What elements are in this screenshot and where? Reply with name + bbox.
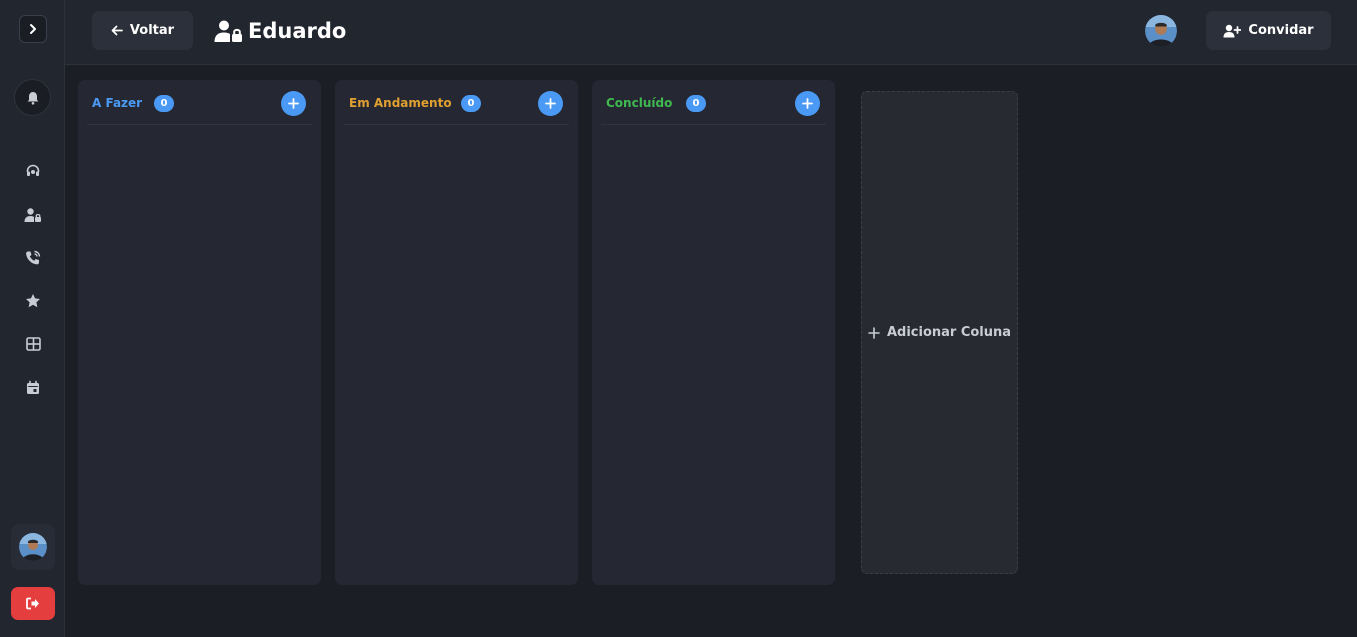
nav-favorites[interactable] (22, 290, 44, 312)
nav-calendar[interactable] (22, 376, 44, 398)
sidebar-profile-button[interactable] (11, 524, 55, 570)
sidebar (0, 0, 65, 637)
headset-icon (26, 164, 40, 176)
board-column-em-andamento: Em Andamento 0 (335, 80, 578, 585)
count-badge: 0 (461, 95, 481, 112)
nav-boards[interactable] (22, 333, 44, 355)
calendar-icon (27, 380, 39, 394)
add-column-label: Adicionar Coluna (886, 325, 1012, 340)
nav-calls[interactable] (22, 247, 44, 269)
chevron-right-icon (30, 24, 36, 34)
phone-icon (26, 250, 41, 265)
page-title-text: Eduardo (248, 19, 347, 43)
bell-icon (27, 91, 38, 105)
column-title: Em Andamento (349, 96, 452, 110)
column-title: A Fazer (92, 96, 143, 110)
column-header: A Fazer 0 (87, 80, 312, 125)
back-button-label: Voltar (129, 23, 175, 38)
invite-button-label: Convidar (1248, 23, 1314, 38)
add-card-button[interactable] (538, 91, 563, 116)
plus-icon (868, 326, 880, 339)
column-header: Concluído 0 (601, 80, 826, 125)
add-column-button[interactable]: Adicionar Coluna (861, 91, 1018, 574)
user-avatar[interactable] (1145, 15, 1177, 47)
user-lock-icon (24, 208, 41, 222)
grid-icon (25, 337, 41, 351)
page-title: Eduardo (214, 15, 346, 47)
sign-out-icon (26, 597, 39, 610)
invite-button[interactable]: Convidar (1206, 11, 1331, 50)
sidebar-toggle-button[interactable] (19, 15, 47, 43)
nav-support[interactable] (22, 160, 44, 182)
add-card-button[interactable] (281, 91, 306, 116)
plus-icon (802, 98, 813, 109)
count-badge: 0 (154, 95, 174, 112)
star-icon (26, 294, 40, 308)
count-badge: 0 (686, 95, 706, 112)
column-title: Concluído (606, 96, 673, 110)
board-column-concluido: Concluído 0 (592, 80, 835, 585)
top-bar: Voltar Eduardo Convidar (65, 0, 1357, 65)
arrow-left-icon (111, 25, 123, 36)
plus-icon (545, 98, 556, 109)
board-column-a-fazer: A Fazer 0 (78, 80, 321, 585)
avatar (19, 533, 47, 561)
column-header: Em Andamento 0 (344, 80, 569, 125)
user-lock-icon (214, 20, 242, 42)
user-plus-icon (1223, 24, 1242, 37)
logout-button[interactable] (11, 587, 55, 620)
notifications-button[interactable] (14, 79, 51, 116)
add-card-button[interactable] (795, 91, 820, 116)
nav-users[interactable] (22, 204, 44, 226)
back-button[interactable]: Voltar (92, 11, 193, 50)
plus-icon (288, 98, 299, 109)
